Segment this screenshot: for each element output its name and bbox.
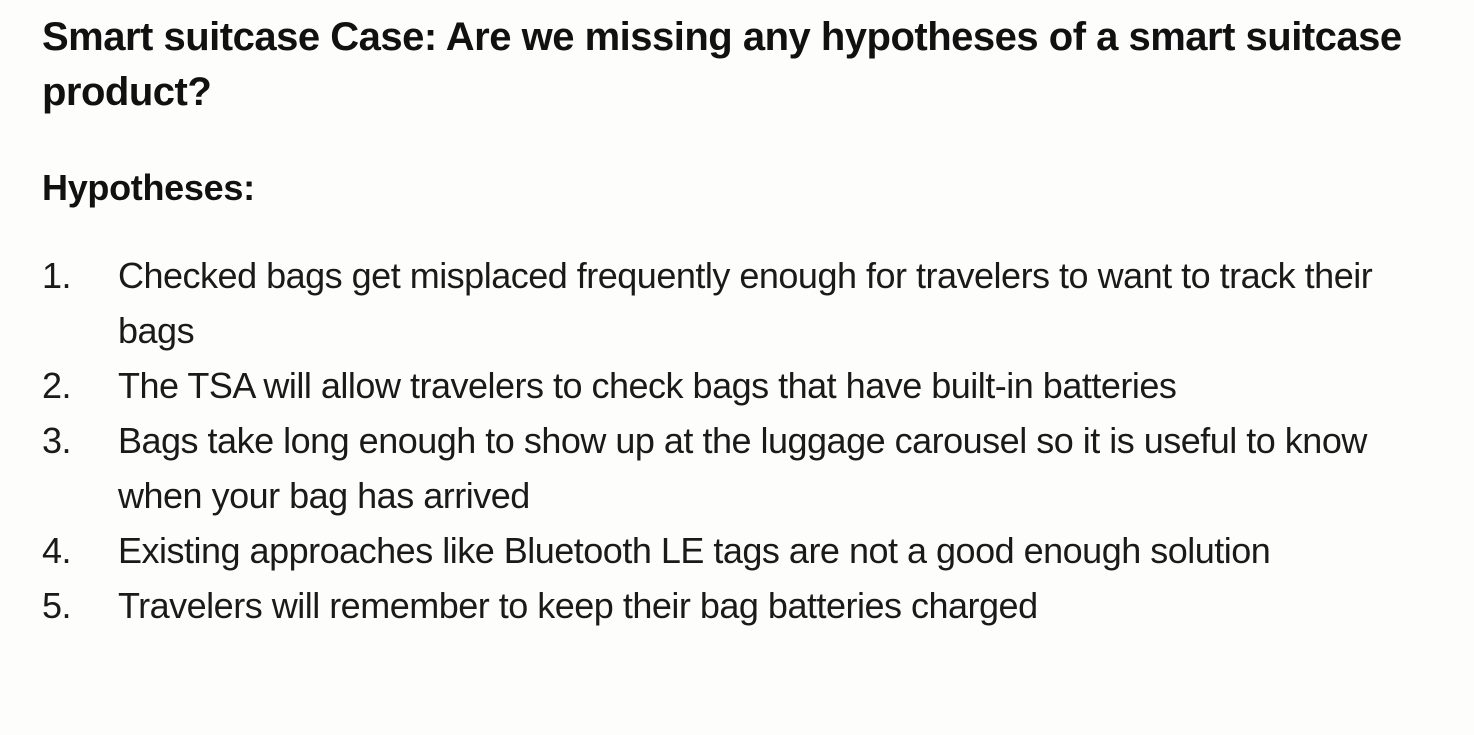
list-item-text: Existing approaches like Bluetooth LE ta… [118, 530, 1271, 571]
list-item-number: 1. [42, 255, 72, 296]
list-item: 2. The TSA will allow travelers to check… [42, 358, 1442, 413]
list-item-text: Bags take long enough to show up at the … [118, 420, 1367, 516]
list-item-number: 3. [42, 420, 72, 461]
list-item: 3. Bags take long enough to show up at t… [42, 413, 1442, 523]
list-item-number: 2. [42, 365, 72, 406]
hypotheses-list: 1. Checked bags get misplaced frequently… [42, 248, 1442, 633]
list-item-text: Travelers will remember to keep their ba… [118, 585, 1038, 626]
slide: Smart suitcase Case: Are we missing any … [0, 0, 1474, 735]
list-item-number: 4. [42, 530, 72, 571]
list-item-text: Checked bags get misplaced frequently en… [118, 255, 1373, 351]
list-item: 4. Existing approaches like Bluetooth LE… [42, 523, 1442, 578]
list-item: 5. Travelers will remember to keep their… [42, 578, 1442, 633]
list-item-text: The TSA will allow travelers to check ba… [118, 365, 1177, 406]
hypotheses-heading: Hypotheses: [42, 167, 255, 208]
list-item-number: 5. [42, 585, 72, 626]
list-item: 1. Checked bags get misplaced frequently… [42, 248, 1442, 358]
slide-title: Smart suitcase Case: Are we missing any … [42, 15, 1402, 114]
